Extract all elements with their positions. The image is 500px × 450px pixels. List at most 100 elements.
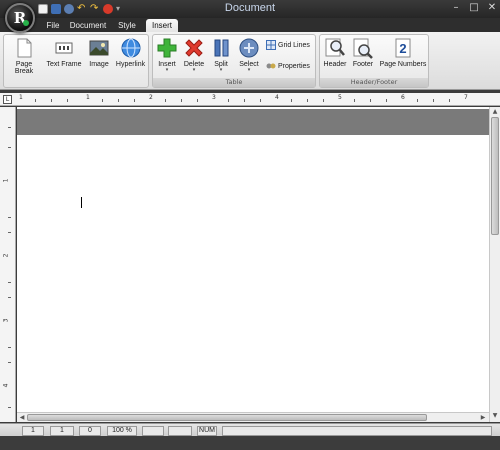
vruler-tick [8,232,11,233]
header-magnifier-icon [325,38,345,57]
tab-file[interactable]: File [42,19,64,32]
vruler-number: 2 [2,253,10,258]
table-group: Insert ▾ Delete ▾ Split ▾ Select ▾ Grid … [152,34,316,88]
status-message-area [222,426,492,436]
vruler-tick [8,282,11,283]
status-num-lock: NUM [197,426,217,436]
vertical-ruler[interactable]: 1 2 3 4 [0,107,16,422]
split-icon [214,39,229,57]
ruler-tick [35,99,36,102]
ruler-tick [323,99,324,102]
ruler-tick [260,99,261,102]
vruler-tick [8,407,11,408]
ribbon-tab-bar: File Document Style Insert [0,18,500,32]
status-pages: 1 [50,426,74,436]
horizontal-scroll-thumb[interactable] [27,414,427,421]
ruler-number: 5 [338,94,342,101]
scroll-up-arrow-icon[interactable]: ▲ [491,108,499,116]
scroll-down-arrow-icon[interactable]: ▼ [491,412,499,420]
app-logo-dot [23,20,29,26]
ruler-tick [307,99,308,102]
vruler-tick [8,347,11,348]
page-break-button[interactable]: Page Break [6,37,42,75]
ruler-tick [449,99,450,102]
table-split-dropdown-icon: ▾ [219,67,223,73]
grid-lines-icon [266,40,276,50]
text-frame-icon [55,42,73,54]
table-insert-button[interactable]: Insert ▾ [155,37,179,73]
status-bar: 1 1 0 100 % NUM [0,423,500,436]
insert-group: Page Break Text Frame Image Hyperlink [3,34,149,88]
footer-button[interactable]: Footer [350,37,376,68]
ruler-tick [165,99,166,102]
page-number-icon: 2 [395,38,411,58]
page-number-glyph: 2 [399,41,406,56]
page-header-area[interactable] [17,109,489,135]
globe-icon [121,38,140,58]
ruler-tick [51,99,52,102]
vertical-scroll-thumb[interactable] [491,117,499,235]
image-button[interactable]: Image [87,37,111,68]
title-bar: ↶ ↷ ▾ Document – □ ✕ [0,0,500,18]
maximize-button[interactable]: □ [468,2,480,14]
header-footer-group-label: Header/Footer [320,78,428,87]
status-field-5 [142,426,164,436]
horizontal-ruler[interactable]: L 1 1 2 3 4 5 6 7 [0,93,500,106]
close-button[interactable]: ✕ [486,2,498,14]
table-select-dropdown-icon: ▾ [247,67,251,73]
vruler-number: 1 [2,178,10,183]
ruler-tick [370,99,371,102]
ruler-tick [228,99,229,102]
minimize-button[interactable]: – [450,2,462,14]
properties-icon [266,63,276,69]
text-frame-button[interactable]: Text Frame [45,37,83,68]
ruler-tick [118,99,119,102]
ruler-tick [134,99,135,102]
scroll-left-arrow-icon[interactable]: ◀ [18,413,26,422]
ruler-tick [386,99,387,102]
grid-lines-button[interactable]: Grid Lines [266,40,310,50]
vruler-tick [8,362,11,363]
page-break-icon [17,38,32,58]
page-numbers-button[interactable]: 2 Page Numbers [378,37,428,68]
page-numbers-label: Page Numbers [379,61,427,68]
scroll-right-arrow-icon[interactable]: ▶ [479,413,487,422]
tab-stop-selector[interactable]: L [3,95,12,104]
table-properties-button[interactable]: Properties [266,61,310,71]
tab-style[interactable]: Style [114,19,140,32]
ruler-tick [417,99,418,102]
status-zoom[interactable]: 100 % [107,426,137,436]
ruler-tick [102,99,103,102]
application-menu-button[interactable]: R [5,3,35,33]
table-insert-dropdown-icon: ▾ [165,67,169,73]
plus-icon [157,38,177,58]
hyperlink-label: Hyperlink [115,61,146,68]
table-group-label: Table [153,78,315,87]
header-button[interactable]: Header [322,37,348,68]
ruler-number: 7 [464,94,468,101]
grid-lines-label: Grid Lines [278,41,310,49]
ribbon: Page Break Text Frame Image Hyperlink In… [0,32,500,90]
vruler-tick [8,127,11,128]
ruler-tick [244,99,245,102]
ruler-tick [433,99,434,102]
table-properties-label: Properties [278,62,310,70]
table-select-button[interactable]: Select ▾ [237,37,261,73]
tab-document[interactable]: Document [68,19,108,32]
image-icon [89,40,109,56]
horizontal-scrollbar[interactable]: ◀ ▶ [17,412,489,422]
vertical-scrollbar[interactable]: ▲ ▼ [489,107,500,422]
window-bottom-border [0,436,500,450]
status-column: 0 [79,426,101,436]
footer-magnifier-icon [353,38,373,59]
table-split-button[interactable]: Split ▾ [211,37,231,73]
table-delete-button[interactable]: Delete ▾ [182,37,206,73]
ruler-tick [67,99,68,102]
delete-x-icon [185,39,203,57]
hyperlink-button[interactable]: Hyperlink [114,37,147,68]
document-page[interactable] [17,107,489,412]
tab-insert[interactable]: Insert [146,19,178,32]
status-field-6 [168,426,192,436]
table-delete-dropdown-icon: ▾ [192,67,196,73]
ruler-number: 1 [86,94,90,101]
